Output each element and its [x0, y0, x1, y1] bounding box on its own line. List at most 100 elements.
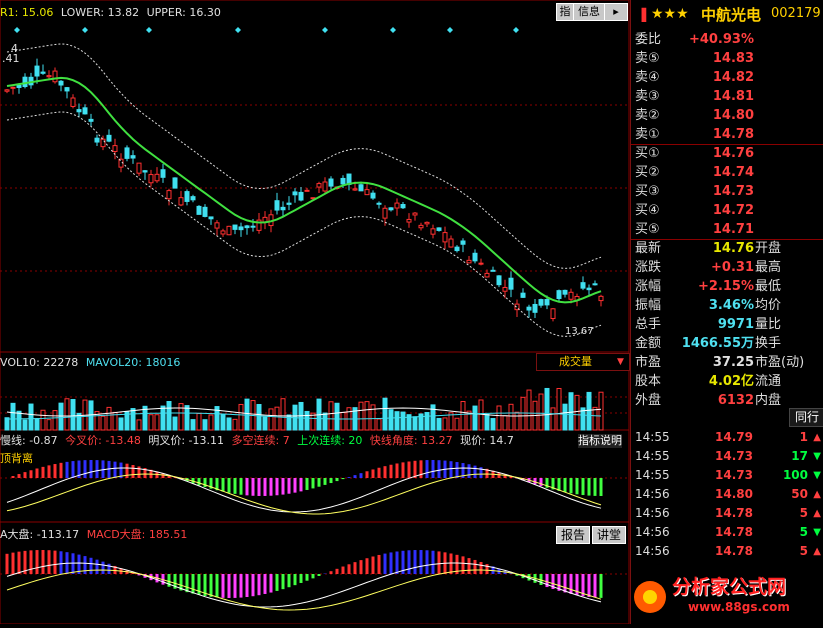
- macd1-header: 慢线: -0.87 今叉价: -13.48 明叉价: -13.11 多空连续: …: [0, 434, 514, 448]
- tick-price: 14.80: [715, 487, 753, 501]
- macd1-tomorrow-cross: 明叉价: -13.11: [148, 434, 225, 447]
- macd2-header: A大盘: -113.17 MACD大盘: 185.51: [0, 528, 187, 542]
- candle-body: [274, 200, 280, 211]
- candle-body: [184, 191, 190, 202]
- volume-bar: [568, 392, 574, 431]
- peer-button[interactable]: 同行: [789, 408, 823, 427]
- info-button[interactable]: 信息: [573, 3, 605, 21]
- zhi-button[interactable]: 指: [556, 3, 574, 21]
- candle-body: [544, 299, 550, 306]
- candle-body: [112, 145, 118, 152]
- candle-body: [94, 137, 100, 143]
- tick-time: 14:56: [635, 525, 670, 539]
- volume-bar: [388, 409, 394, 431]
- boll-indicator: R1: 15.06 LOWER: 13.82 UPPER: 16.30: [0, 6, 221, 20]
- candle-body: [508, 277, 514, 290]
- quote-label: 振幅: [635, 298, 662, 313]
- quote-row: 最新 14.76 开盘: [631, 239, 823, 258]
- buy-label: 买⑤: [635, 222, 660, 237]
- diamond-marker: [146, 27, 152, 33]
- buy-price: 14.72: [712, 203, 754, 218]
- volume-bar: [412, 416, 418, 431]
- kline-chart-area[interactable]: R1: 15.06 LOWER: 13.82 UPPER: 16.30 4 .4…: [0, 0, 630, 625]
- volume-bar: [436, 417, 442, 431]
- sell-row: 卖③ 14.81: [631, 87, 823, 106]
- tick-time: 14:56: [635, 544, 670, 558]
- buy-row: 买② 14.74: [631, 163, 823, 182]
- candle-body: [472, 252, 478, 262]
- candle-body: [148, 174, 154, 184]
- indicator-help-button[interactable]: 指标说明: [578, 434, 622, 448]
- sell-price: 14.83: [712, 51, 754, 66]
- sell-label: 卖②: [635, 108, 660, 123]
- quote-label-2: 换手: [755, 336, 782, 351]
- quote-label-2: 量比: [755, 317, 782, 332]
- report-button[interactable]: 报告: [556, 526, 590, 544]
- candle-body: [304, 189, 310, 192]
- dropdown-button[interactable]: ▸: [604, 3, 628, 21]
- candle-body: [376, 202, 382, 205]
- candle-body: [226, 225, 232, 236]
- volume-bar: [526, 389, 532, 431]
- watermark-url: www.88gs.com: [688, 600, 790, 614]
- quote-label: 涨幅: [635, 279, 662, 294]
- quote-value: 9971: [717, 317, 754, 332]
- candle-body: [364, 189, 370, 196]
- volume-bar: [10, 402, 16, 431]
- quote-value: +2.15%: [698, 279, 754, 294]
- arrow-up-icon: ▲: [813, 432, 821, 443]
- volume-bar: [148, 414, 154, 431]
- candle-body: [478, 262, 484, 265]
- candle-body: [238, 226, 244, 231]
- buy-row: 买⑤ 14.71: [631, 220, 823, 239]
- quote-value: 6132: [717, 393, 754, 408]
- candle-body: [502, 286, 508, 292]
- candle-body: [322, 181, 328, 192]
- volume-bar: [34, 418, 40, 431]
- candle-body: [160, 169, 166, 178]
- volume-bar: [550, 407, 556, 431]
- quote-row: 市盈 37.25 市盈(动): [631, 353, 823, 372]
- candle-body: [520, 292, 526, 298]
- tick-row: 14:56 14.80 50 ▲: [631, 485, 823, 504]
- candle-body: [124, 147, 130, 159]
- macd1-last-run: 上次连续: 20: [297, 434, 363, 447]
- lecture-button[interactable]: 讲堂: [592, 526, 626, 544]
- volume-bar: [508, 403, 514, 431]
- macd1-divergence-label: 顶背离: [0, 452, 33, 465]
- volume-bar: [190, 419, 196, 431]
- volume-bar: [574, 394, 580, 431]
- volume-bar: [328, 401, 334, 431]
- candle-body: [460, 240, 466, 245]
- tick-row: 14:55 14.79 1 ▲: [631, 428, 823, 447]
- diamond-marker: [235, 27, 241, 33]
- candle-body: [442, 232, 448, 243]
- buy-label: 买④: [635, 203, 660, 218]
- tick-volume: 5: [799, 544, 808, 558]
- volume-bar: [184, 405, 190, 431]
- volume-bar: [28, 403, 34, 431]
- volume-bar: [370, 404, 376, 431]
- arrow-down-icon: ▼: [813, 527, 821, 538]
- quote-label: 股本: [635, 374, 662, 389]
- sell-label: 卖⑤: [635, 51, 660, 66]
- candle-body: [580, 282, 586, 289]
- candle-body: [46, 75, 52, 78]
- sell-price: 14.81: [712, 89, 754, 104]
- volume-indicator-select[interactable]: 成交量 ▼: [536, 353, 630, 371]
- quote-label: 涨跌: [635, 260, 662, 275]
- quote-label: 总手: [635, 317, 662, 332]
- candle-body: [436, 227, 442, 231]
- stock-name: 中航光电: [701, 6, 762, 24]
- tick-price: 14.78: [715, 525, 753, 539]
- volume-bar: [22, 419, 28, 431]
- volume-bar: [136, 419, 142, 431]
- candle-body: [562, 289, 568, 295]
- macd1-slow: 慢线: -0.87: [0, 434, 58, 447]
- candle-body: [196, 205, 202, 215]
- diamond-marker: [513, 27, 519, 33]
- candle-body: [370, 192, 376, 199]
- stock-header: ▐ ★★★ 中航光电 002179: [631, 0, 823, 30]
- candle-body: [286, 202, 292, 205]
- candle-body: [136, 162, 142, 174]
